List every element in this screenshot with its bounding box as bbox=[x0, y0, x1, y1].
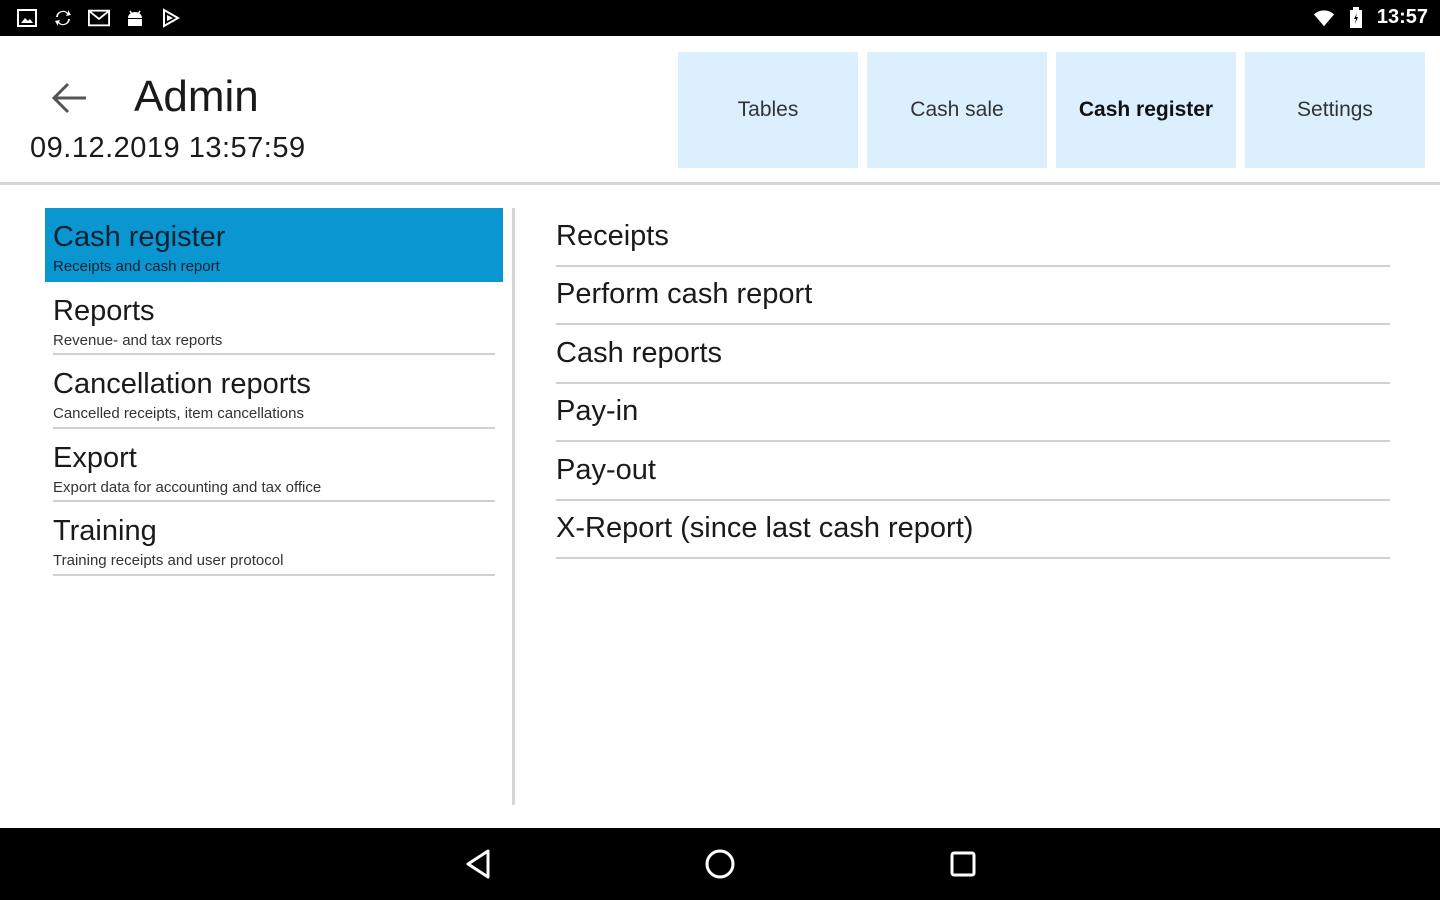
back-button[interactable] bbox=[44, 76, 96, 120]
notification-icons bbox=[16, 7, 182, 29]
recents-nav-icon[interactable] bbox=[943, 846, 983, 882]
play-store-icon bbox=[160, 7, 182, 29]
home-nav-icon[interactable] bbox=[700, 846, 740, 882]
action-perform-cash-report[interactable]: Perform cash report bbox=[556, 267, 1390, 326]
menu-item-subtitle: Revenue- and tax reports bbox=[53, 331, 223, 349]
android-icon bbox=[124, 7, 146, 29]
system-navigation-bar bbox=[0, 828, 1440, 900]
status-time: 13:57 bbox=[1376, 6, 1428, 28]
app-header: Admin 09.12.2019 13:57:59 Tables Cash sa… bbox=[0, 36, 1440, 182]
pane-divider bbox=[512, 208, 515, 805]
menu-item-title: Training bbox=[53, 515, 157, 547]
action-x-report[interactable]: X-Report (since last cash report) bbox=[556, 501, 1390, 560]
action-pay-out[interactable]: Pay-out bbox=[556, 442, 1390, 501]
action-cash-reports[interactable]: Cash reports bbox=[556, 325, 1390, 384]
mail-icon bbox=[88, 7, 110, 29]
header-divider bbox=[0, 182, 1440, 185]
arrow-back-icon bbox=[51, 82, 86, 114]
sync-icon bbox=[52, 7, 74, 29]
back-nav-icon[interactable] bbox=[458, 846, 498, 882]
system-indicators: 13:57 bbox=[1313, 6, 1428, 29]
menu-item-subtitle: Cancelled receipts, item cancellations bbox=[53, 405, 304, 422]
tab-cash-register[interactable]: Cash register bbox=[1056, 52, 1236, 168]
main-navigation: Tables Cash sale Cash register Settings bbox=[678, 52, 1425, 168]
action-receipts[interactable]: Receipts bbox=[556, 208, 1390, 267]
status-bar: 13:57 bbox=[0, 0, 1440, 36]
menu-item-subtitle: Receipts and cash report bbox=[53, 258, 220, 275]
action-pay-in[interactable]: Pay-in bbox=[556, 384, 1390, 443]
wifi-icon bbox=[1313, 7, 1335, 29]
menu-item-reports[interactable]: Reports Revenue- and tax reports bbox=[45, 282, 503, 356]
category-menu: Cash register Receipts and cash report R… bbox=[45, 208, 503, 576]
image-icon bbox=[16, 7, 38, 29]
menu-item-title: Export bbox=[53, 441, 137, 474]
battery-icon bbox=[1345, 6, 1367, 29]
tab-cash-sale[interactable]: Cash sale bbox=[867, 52, 1047, 168]
tab-tables[interactable]: Tables bbox=[678, 52, 858, 168]
menu-item-title: Cash register bbox=[53, 221, 226, 253]
menu-item-cancellation-reports[interactable]: Cancellation reports Cancelled receipts,… bbox=[45, 355, 503, 429]
menu-item-cash-register[interactable]: Cash register Receipts and cash report bbox=[45, 208, 503, 282]
menu-item-training[interactable]: Training Training receipts and user prot… bbox=[45, 502, 503, 576]
menu-item-subtitle: Training receipts and user protocol bbox=[53, 552, 284, 569]
menu-item-export[interactable]: Export Export data for accounting and ta… bbox=[45, 429, 503, 503]
tab-settings[interactable]: Settings bbox=[1245, 52, 1425, 168]
user-name: Admin bbox=[134, 72, 259, 121]
current-datetime: 09.12.2019 13:57:59 bbox=[30, 132, 306, 164]
menu-item-title: Reports bbox=[53, 294, 155, 327]
action-list: Receipts Perform cash report Cash report… bbox=[556, 208, 1390, 559]
menu-item-subtitle: Export data for accounting and tax offic… bbox=[53, 478, 322, 496]
menu-item-title: Cancellation reports bbox=[53, 368, 311, 400]
